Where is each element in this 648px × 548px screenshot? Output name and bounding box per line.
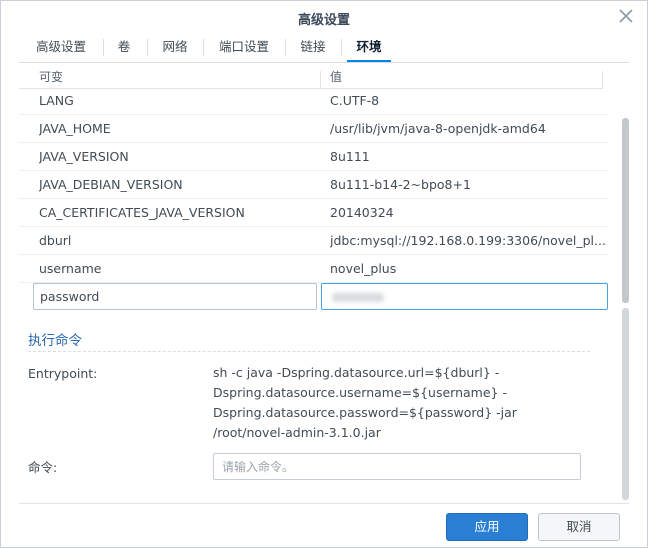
cancel-button[interactable]: 取消 — [538, 513, 620, 541]
env-key-input[interactable]: password — [33, 283, 317, 310]
env-value: novel_plus — [330, 261, 397, 276]
env-key: JAVA_DEBIAN_VERSION — [39, 177, 183, 192]
column-header-variable[interactable]: 可变 — [39, 68, 63, 85]
table-row[interactable]: JAVA_DEBIAN_VERSION 8u111-b14-2~bpo8+1 — [19, 171, 609, 199]
table-row-editing: password — [19, 283, 609, 311]
tab-separator — [285, 39, 286, 56]
tab-bar: 高级设置 卷 网络 端口设置 链接 环境 — [19, 33, 629, 63]
env-table-header: 可变 值 — [19, 63, 603, 89]
scrollbar-thumb[interactable] — [622, 118, 629, 303]
env-value: 20140324 — [330, 205, 394, 220]
section-divider — [28, 351, 590, 352]
table-row[interactable]: dburl jdbc:mysql://192.168.0.199:3306/no… — [19, 227, 609, 255]
tab-advanced-settings[interactable]: 高级设置 — [27, 33, 95, 62]
close-icon — [619, 9, 633, 23]
scrollbar-track[interactable] — [622, 308, 629, 500]
table-row[interactable]: username novel_plus — [19, 255, 609, 283]
dialog-title: 高级设置 — [297, 13, 350, 28]
command-input[interactable] — [213, 453, 581, 480]
tab-environment[interactable]: 环境 — [347, 33, 391, 62]
entrypoint-line: Dspring.datasource.username=${username} … — [213, 385, 507, 400]
env-value: 8u111-b14-2~bpo8+1 — [330, 177, 471, 192]
env-value: 8u111 — [330, 149, 370, 164]
footer-divider — [19, 503, 629, 504]
entrypoint-value: sh -c java -Dspring.datasource.url=${dbu… — [213, 363, 573, 443]
tab-volume[interactable]: 卷 — [111, 33, 137, 62]
environment-panel: 可变 值 LANG C.UTF-8 JAVA_HOME /usr/lib/jvm… — [19, 63, 629, 503]
table-row[interactable]: CA_CERTIFICATES_JAVA_VERSION 20140324 — [19, 199, 609, 227]
masked-value — [332, 293, 384, 302]
apply-button[interactable]: 应用 — [446, 513, 528, 541]
env-value: C.UTF-8 — [330, 93, 380, 108]
env-key: JAVA_VERSION — [39, 149, 129, 164]
table-row[interactable]: JAVA_VERSION 8u111 — [19, 143, 609, 171]
env-value: /usr/lib/jvm/java-8-openjdk-amd64 — [330, 121, 546, 136]
env-key: username — [39, 261, 102, 276]
tab-separator — [341, 39, 342, 56]
section-title-exec-command: 执行命令 — [28, 333, 82, 349]
env-key: JAVA_HOME — [39, 121, 111, 136]
tab-network[interactable]: 网络 — [155, 33, 195, 62]
dialog-titlebar: 高级设置 — [1, 1, 647, 33]
tab-links[interactable]: 链接 — [293, 33, 333, 62]
env-key: LANG — [39, 93, 74, 108]
table-row[interactable]: LANG C.UTF-8 — [19, 87, 609, 115]
env-key-input-text: password — [40, 289, 100, 304]
command-label: 命令: — [28, 460, 58, 475]
tab-separator — [203, 39, 204, 56]
entrypoint-line: /root/novel-admin-3.1.0.jar — [213, 425, 381, 440]
tab-separator — [103, 39, 104, 56]
column-header-value[interactable]: 值 — [330, 68, 342, 85]
env-value: jdbc:mysql://192.168.0.199:3306/novel_pl… — [330, 233, 606, 248]
tab-port-settings[interactable]: 端口设置 — [211, 33, 277, 62]
env-key: dburl — [39, 233, 72, 248]
tab-separator — [147, 39, 148, 56]
table-row[interactable]: JAVA_HOME /usr/lib/jvm/java-8-openjdk-am… — [19, 115, 609, 143]
env-value-input[interactable] — [321, 283, 608, 310]
close-button[interactable] — [617, 7, 635, 25]
advanced-settings-dialog: 高级设置 高级设置 卷 网络 端口设置 链接 环境 可变 值 LANG C.UT… — [0, 0, 648, 548]
entrypoint-line: sh -c java -Dspring.datasource.url=${dbu… — [213, 365, 500, 380]
entrypoint-label: Entrypoint: — [28, 366, 98, 381]
env-key: CA_CERTIFICATES_JAVA_VERSION — [39, 205, 245, 220]
entrypoint-line: Dspring.datasource.password=${password} … — [213, 405, 517, 420]
